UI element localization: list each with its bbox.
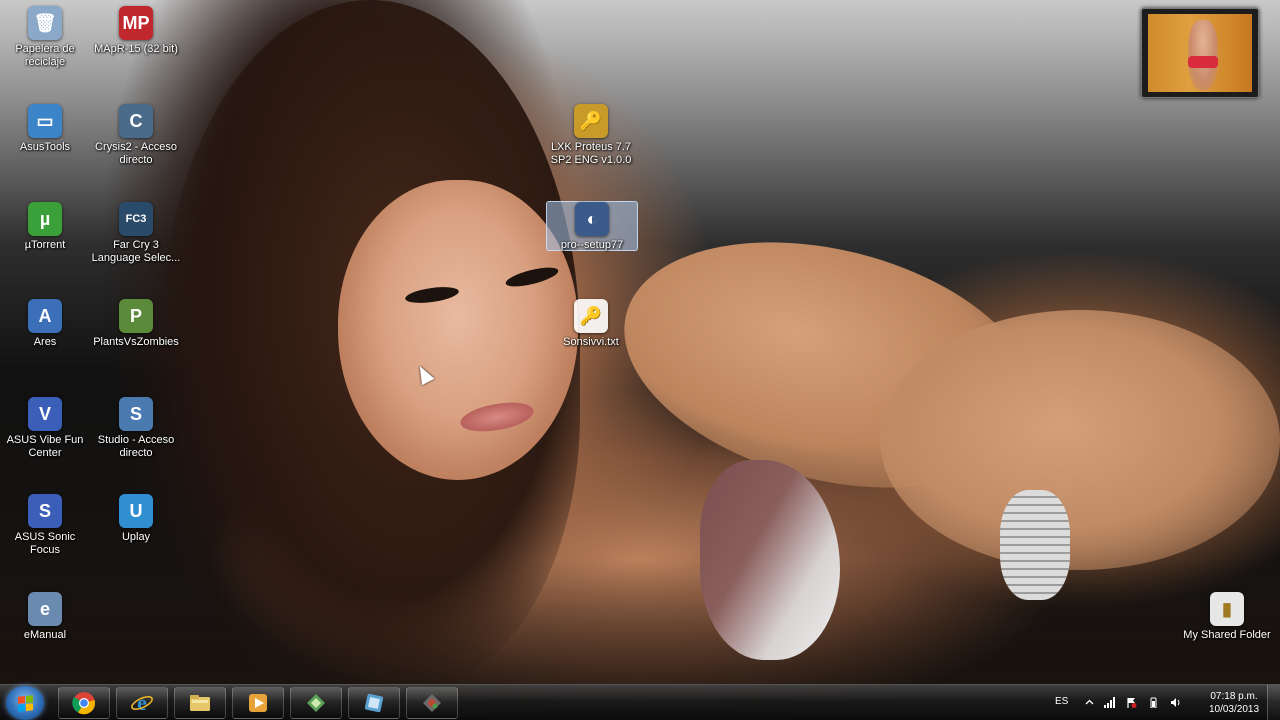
desktop-icon-ares[interactable]: A Ares — [0, 299, 90, 349]
network-signal-icon[interactable] — [1104, 697, 1115, 708]
taskbar: e ES 07:18 p.m. 10/03/2013 — [0, 684, 1280, 720]
window-thumbnail-preview[interactable] — [1141, 8, 1259, 98]
folder-icon — [190, 695, 210, 711]
battery-icon[interactable] — [1148, 697, 1159, 708]
taskbar-button-internet-explorer[interactable]: e — [116, 687, 168, 719]
windows-logo-icon — [17, 694, 33, 712]
desktop-icon-label: AsusTools — [19, 141, 71, 153]
app-icon-green — [307, 694, 325, 712]
asus-vibe-icon: V — [28, 397, 62, 431]
wallpaper-face — [338, 180, 578, 480]
desktop-icon-label: Uplay — [121, 531, 151, 543]
studio-icon: S — [119, 397, 153, 431]
desktop-icon-asustools[interactable]: ▭ AsusTools — [0, 104, 90, 154]
desktop-icon-sonsivvi[interactable]: 🔑 Sonsivvi.txt — [546, 299, 636, 349]
desktop-icon-mapr[interactable]: MP MApR-15 (32 bit) — [91, 6, 181, 56]
desktop-icon-label: Far Cry 3 Language Selec... — [91, 239, 181, 264]
taskbar-button-app-blue[interactable] — [348, 687, 400, 719]
crysis2-icon: C — [119, 104, 153, 138]
clock-time: 07:18 p.m. — [1210, 691, 1258, 702]
desktop-icon-label: ASUS Vibe Fun Center — [6, 434, 84, 459]
plantsvszombies-icon: P — [119, 299, 153, 333]
clock-date: 10/03/2013 — [1208, 704, 1260, 715]
desktop-icon-label: eManual — [23, 629, 67, 641]
desktop-icon-label: Crysis2 - Acceso directo — [95, 141, 177, 166]
desktop-icon-label: Ares — [33, 336, 57, 348]
app-icon-blue — [364, 693, 384, 713]
show-hidden-icons-icon[interactable] — [1084, 697, 1095, 708]
desktop-icon-proteus[interactable]: 🔑 LXK Proteus 7.7 SP2 ENG v1.0.0 — [546, 104, 636, 167]
media-player-icon — [249, 694, 267, 712]
desktop-icon-label: Papelera de reciclaje — [15, 43, 75, 68]
desktop-icon-my-shared-folder[interactable]: ▮ My Shared Folder — [1182, 592, 1272, 642]
volume-icon[interactable] — [1170, 697, 1181, 708]
thumbnail-image — [1148, 14, 1252, 92]
emanual-icon: e — [28, 592, 62, 626]
action-center-flag-icon[interactable] — [1126, 697, 1137, 708]
desktop-icon-plantsvszombies[interactable]: P PlantsVsZombies — [91, 299, 181, 349]
wallpaper-eye-left — [404, 284, 460, 306]
wallpaper-eye-right — [504, 263, 560, 291]
desktop-icon-label: µTorrent — [24, 239, 66, 251]
desktop-icon-label: LXK Proteus 7.7 SP2 ENG v1.0.0 — [550, 141, 632, 166]
desktop-icon-label: pro--setup77 — [560, 239, 624, 251]
desktop-icon-label: My Shared Folder — [1183, 629, 1271, 641]
recycle-bin-icon: 🗑 — [28, 6, 62, 40]
taskbar-button-file-explorer[interactable] — [174, 687, 226, 719]
wallpaper-garment-top — [700, 460, 840, 660]
app-icon-red — [423, 694, 441, 712]
desktop-icon-label: PlantsVsZombies — [93, 336, 179, 348]
system-tray: ES 07:18 p.m. 10/03/2013 — [1046, 685, 1280, 720]
thumbnail-garment — [1188, 56, 1218, 68]
clock[interactable]: 07:18 p.m. 10/03/2013 — [1202, 690, 1266, 716]
key-file-icon: 🔑 — [574, 299, 608, 333]
internet-explorer-icon: e — [131, 691, 153, 715]
asus-sonic-focus-icon: S — [28, 494, 62, 528]
start-button[interactable] — [6, 686, 44, 720]
desktop-icon-label: MApR-15 (32 bit) — [94, 43, 178, 55]
wallpaper-lips — [458, 397, 536, 437]
desktop-icon-emanual[interactable]: e eManual — [0, 592, 90, 642]
desktop-icon-studio[interactable]: S Studio - Acceso directo — [91, 397, 181, 460]
asustools-icon: ▭ — [28, 104, 62, 138]
mapr-icon: MP — [119, 6, 153, 40]
wallpaper-arm — [598, 202, 1062, 528]
desktop-icon-asus-vibe[interactable]: V ASUS Vibe Fun Center — [0, 397, 90, 460]
desktop-icon-crysis2[interactable]: C Crysis2 - Acceso directo — [91, 104, 181, 167]
wallpaper-garment-bottom — [1000, 490, 1070, 600]
desktop: 🗑 Papelera de reciclaje MP MApR-15 (32 b… — [0, 0, 1280, 720]
mouse-cursor-icon — [413, 362, 435, 386]
desktop-icon-asus-sonic-focus[interactable]: S ASUS Sonic Focus — [0, 494, 90, 557]
folder-icon: ▮ — [1210, 592, 1244, 626]
taskbar-button-media-player[interactable] — [232, 687, 284, 719]
svg-text:e: e — [137, 691, 147, 715]
chrome-icon — [72, 692, 96, 715]
taskbar-button-app-green[interactable] — [290, 687, 342, 719]
uplay-icon: U — [119, 494, 153, 528]
language-indicator[interactable]: ES — [1055, 696, 1068, 707]
key-icon: 🔑 — [574, 104, 608, 138]
desktop-icon-utorrent[interactable]: µ µTorrent — [0, 202, 90, 252]
thumbnail-figure — [1188, 20, 1218, 90]
desktop-icon-label: Studio - Acceso directo — [97, 434, 175, 459]
farcry3-icon: FC3 — [119, 202, 153, 236]
desktop-icon-label: Sonsivvi.txt — [563, 336, 619, 348]
wallpaper-leg — [880, 310, 1280, 570]
show-desktop-button[interactable] — [1267, 685, 1280, 720]
wallpaper-floor — [0, 560, 1280, 690]
desktop-icon-pro-setup[interactable]: ◐ pro--setup77 — [546, 201, 638, 251]
wallpaper-hair — [160, 0, 580, 690]
desktop-icon-farcry3[interactable]: FC3 Far Cry 3 Language Selec... — [91, 202, 181, 265]
installer-icon: ◐ — [575, 202, 609, 236]
utorrent-icon: µ — [28, 202, 62, 236]
desktop-icon-uplay[interactable]: U Uplay — [91, 494, 181, 544]
desktop-icon-recycle-bin[interactable]: 🗑 Papelera de reciclaje — [0, 6, 90, 69]
desktop-icon-label: ASUS Sonic Focus — [14, 531, 76, 556]
taskbar-button-chrome[interactable] — [58, 687, 110, 719]
ares-icon: A — [28, 299, 62, 333]
taskbar-button-app-red[interactable] — [406, 687, 458, 719]
